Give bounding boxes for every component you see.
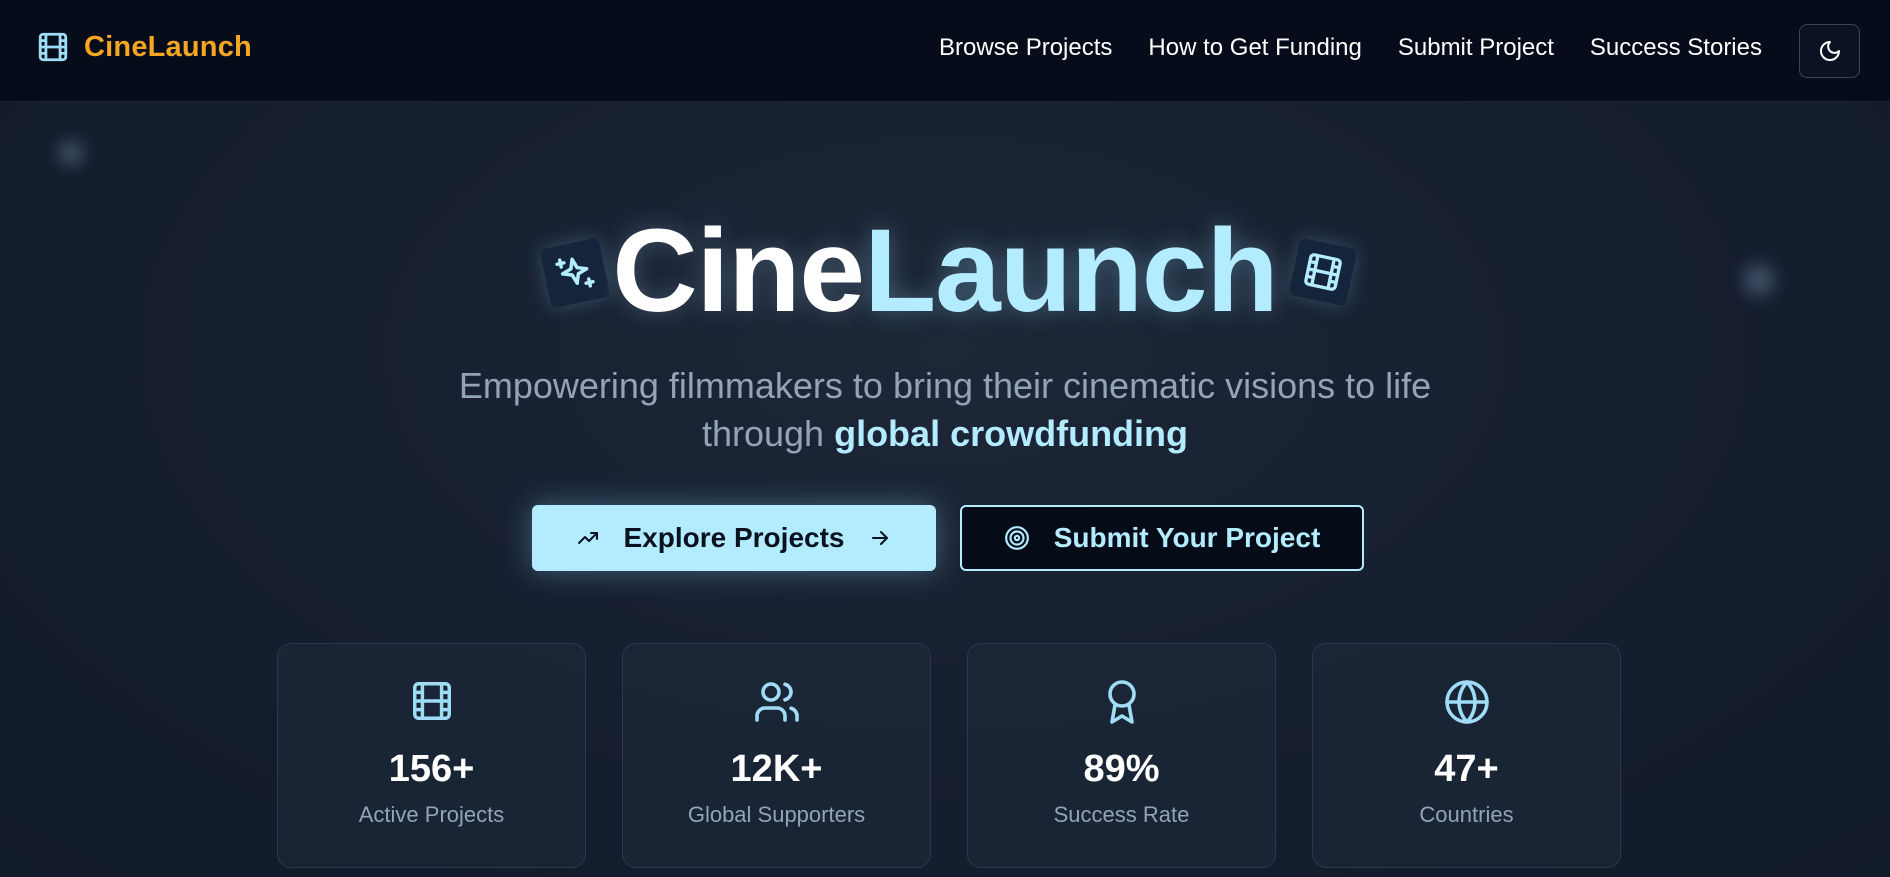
film-icon (412, 682, 451, 720)
decorative-glow-dot (58, 140, 84, 166)
target-icon (1004, 526, 1029, 550)
brand-name: CineLaunch (84, 30, 252, 63)
moon-icon (1819, 41, 1840, 61)
submit-your-project-label: Submit Your Project (1053, 522, 1321, 553)
stat-card-active-projects: 156+ Active Projects (277, 643, 586, 868)
explore-projects-button[interactable]: Explore Projects (532, 505, 936, 571)
stat-value: 156+ (388, 748, 475, 790)
arrow-right-icon (872, 531, 889, 545)
subtitle-highlight: global crowdfunding (834, 413, 1189, 454)
stat-label: Global Supporters (687, 802, 866, 827)
hero-title-part2: Launch (864, 205, 1279, 337)
stat-value: 89% (1083, 748, 1160, 790)
theme-toggle-button[interactable] (1799, 24, 1860, 78)
hero-title: CineLaunch (0, 206, 1890, 336)
stat-card-countries: 47+ Countries (1312, 643, 1621, 868)
stat-value: 47+ (1434, 748, 1499, 790)
nav-link-success-stories[interactable]: Success Stories (1590, 34, 1762, 62)
nav-link-submit-project[interactable]: Submit Project (1398, 34, 1554, 62)
film-icon (38, 32, 68, 62)
submit-your-project-button[interactable]: Submit Your Project (960, 505, 1364, 571)
nav-links: Browse Projects How to Get Funding Submi… (939, 34, 1762, 62)
explore-projects-label: Explore Projects (623, 522, 845, 553)
top-navbar: CineLaunch Browse Projects How to Get Fu… (0, 0, 1890, 102)
award-icon (1107, 680, 1136, 724)
subtitle-line1: Empowering filmmakers to bring their cin… (458, 365, 1432, 406)
stat-label: Countries (1419, 802, 1514, 827)
stat-value: 12K+ (730, 748, 823, 790)
subtitle-line2-prefix: through (701, 413, 835, 454)
film-badge (1288, 237, 1358, 307)
brand-logo[interactable]: CineLaunch (36, 30, 252, 64)
stat-card-success-rate: 89% Success Rate (967, 643, 1276, 868)
nav-link-browse-projects[interactable]: Browse Projects (939, 34, 1112, 62)
stat-card-global-supporters: 12K+ Global Supporters (622, 643, 931, 868)
trending-up-icon (577, 532, 598, 544)
film-icon (1304, 253, 1342, 291)
hero-subtitle: Empowering filmmakers to bring their cin… (395, 362, 1495, 458)
users-icon (754, 682, 799, 722)
stat-label: Active Projects (358, 802, 505, 827)
hero-title-part1: Cine (612, 205, 865, 337)
stat-label: Success Rate (1053, 802, 1190, 827)
nav-link-how-to-get-funding[interactable]: How to Get Funding (1148, 34, 1361, 62)
globe-icon (1444, 680, 1489, 724)
page: CineLaunch Browse Projects How to Get Fu… (0, 0, 1890, 877)
